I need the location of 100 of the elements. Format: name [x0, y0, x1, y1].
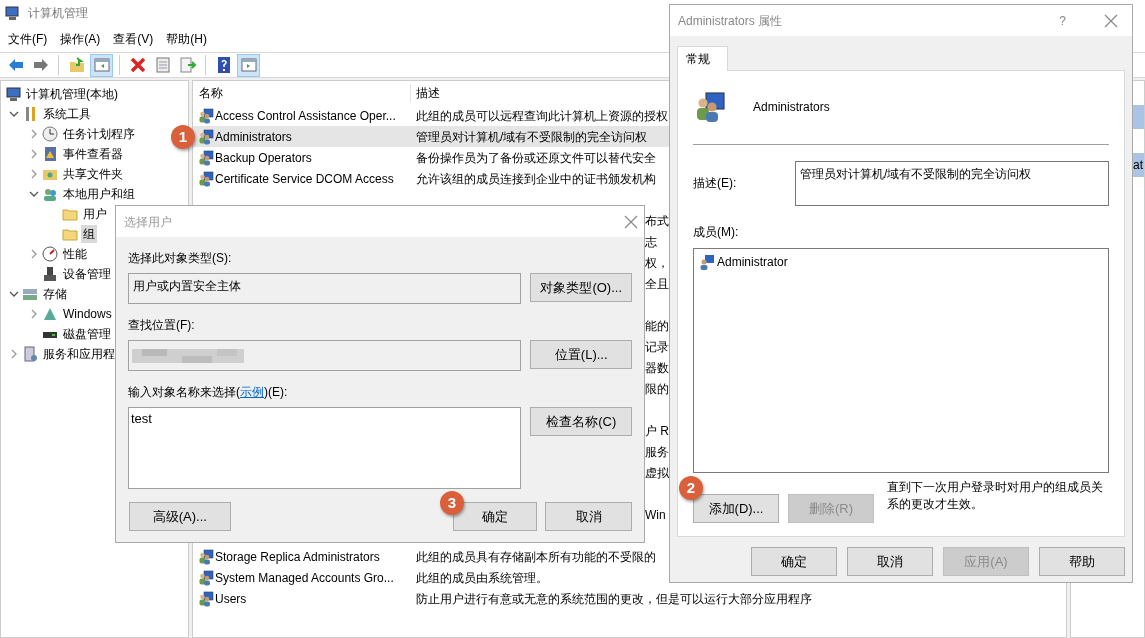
group-name: System Managed Accounts Gro...	[215, 569, 394, 587]
example-link[interactable]: 示例	[240, 385, 264, 399]
help-button[interactable]: ?	[1059, 11, 1066, 30]
gauge-icon	[42, 246, 58, 262]
group-description: 防止用户进行有意或无意的系统范围的更改，但是可以运行大部分应用程序	[416, 590, 812, 608]
tree-item[interactable]: 本地用户和组	[61, 185, 137, 203]
tree-item[interactable]: 系统工具	[41, 105, 93, 123]
forward-arrow-icon	[31, 56, 50, 74]
note-text: 直到下一次用户登录时对用户的组成员关系的更改才生效。	[887, 479, 1104, 513]
group-description: 限的	[645, 380, 669, 398]
group-description: 全且	[645, 275, 669, 293]
tree-item[interactable]: 存储	[41, 285, 69, 303]
user-group-icon	[198, 548, 214, 565]
column-header[interactable]: 名称	[193, 84, 411, 102]
close-icon[interactable]	[624, 214, 638, 229]
group-name: Administrators	[753, 99, 830, 116]
tree-item[interactable]: 任务计划程序	[61, 125, 137, 143]
group-description: 备份操作员为了备份或还原文件可以替代安全	[416, 149, 656, 167]
computer-icon	[4, 4, 20, 21]
folder-icon	[62, 226, 78, 242]
user-group-icon	[198, 149, 214, 166]
list-row[interactable]: Users 防止用户进行有意或无意的系统范围的更改，但是可以运行大部分应用程序	[193, 588, 1066, 609]
description-field[interactable]: 管理员对计算机/域有不受限制的完全访问权	[795, 161, 1109, 206]
menu-item[interactable]: 查看(V)	[113, 29, 154, 48]
services-icon	[22, 346, 38, 362]
dialog-button[interactable]: 添加(D)...	[693, 494, 779, 523]
tree-item[interactable]: Windows	[61, 305, 114, 323]
tree-item[interactable]: 用户	[81, 205, 109, 223]
dialog-button[interactable]: 检查名称(C)	[530, 407, 632, 436]
menu-item[interactable]: 帮助(H)	[166, 29, 207, 48]
log-icon	[42, 146, 58, 162]
group-description: 虚拟	[645, 464, 669, 482]
folder-icon	[62, 206, 78, 222]
tree-item[interactable]: 事件查看器	[61, 145, 125, 163]
close-icon[interactable]	[1104, 13, 1118, 28]
users-icon	[42, 186, 58, 202]
user-group-icon	[198, 590, 214, 607]
dialog-button[interactable]: 取消	[847, 547, 933, 576]
action-item[interactable]: at	[1133, 156, 1143, 174]
dialog-button[interactable]: 取消	[545, 502, 632, 531]
tree-item[interactable]: 设备管理	[61, 265, 113, 283]
group-description: 管理员对计算机/域有不受限制的完全访问权	[416, 128, 648, 146]
object-names-field[interactable]: test	[128, 407, 522, 489]
tree-item[interactable]: 计算机管理(本地)	[24, 85, 120, 103]
group-name: Certificate Service DCOM Access	[215, 170, 394, 188]
menu-item[interactable]: 操作(A)	[60, 29, 101, 48]
object-type-field: 用户或内置安全主体	[128, 273, 522, 304]
member-item[interactable]: Administrator	[717, 253, 788, 271]
column-header[interactable]: 描述	[411, 84, 440, 102]
dialog-button[interactable]: 确定	[751, 547, 837, 576]
group-description: Win	[645, 506, 666, 524]
tree-item[interactable]: 共享文件夹	[61, 165, 125, 183]
dialog-button[interactable]: 对象类型(O)...	[530, 273, 632, 302]
user-group-icon	[198, 107, 214, 124]
group-description: 记录	[645, 338, 669, 356]
user-group-icon	[198, 170, 214, 187]
action-pane-icon	[239, 56, 258, 74]
menu-item[interactable]: 文件(F)	[8, 29, 48, 48]
delete-icon	[128, 56, 147, 74]
dialog-title: 选择用户	[124, 213, 172, 231]
dialog-button[interactable]: 帮助	[1039, 547, 1125, 576]
field-label: 成员(M):	[693, 224, 740, 241]
chevron-right-icon[interactable]	[29, 249, 39, 259]
tree-item[interactable]: 服务和应用程	[41, 345, 117, 363]
field-label: 选择此对象类型(S):	[128, 250, 233, 267]
group-name: Storage Replica Administrators	[215, 548, 380, 566]
group-description: 户 R	[645, 422, 669, 440]
tree-item[interactable]: 磁盘管理	[61, 325, 113, 343]
group-description: 此组的成员由系统管理。	[416, 569, 548, 587]
user-group-icon	[694, 91, 726, 123]
group-name: Administrators	[215, 128, 292, 146]
tree-item[interactable]: 组	[81, 225, 97, 243]
device-icon	[42, 266, 58, 282]
field-label: 描述(E):	[693, 175, 738, 192]
properties-icon	[153, 56, 172, 74]
group-description: 布式	[645, 212, 669, 230]
dialog-button[interactable]: 位置(L)...	[530, 340, 632, 369]
folder-up-icon	[67, 56, 86, 74]
group-description: 此组的成员具有存储副本所有功能的不受限的	[416, 548, 656, 566]
group-description: 允许该组的成员连接到企业中的证书颁发机构	[416, 170, 656, 188]
field-label: 输入对象名称来选择(示例)(E):	[128, 384, 289, 401]
group-name: Backup Operators	[215, 149, 312, 167]
group-name: Users	[215, 590, 247, 608]
dialog-button[interactable]: 高级(A)...	[129, 502, 231, 531]
tree-pane-icon	[92, 56, 111, 74]
user-group-icon	[198, 128, 214, 145]
chevron-down-icon[interactable]	[9, 109, 19, 119]
backup-icon	[42, 306, 58, 322]
chevron-right-icon[interactable]	[9, 349, 19, 359]
tree-item[interactable]: 性能	[61, 245, 89, 263]
dialog-title: Administrators 属性	[678, 12, 784, 30]
field-label: 查找位置(F):	[128, 317, 196, 334]
user-icon	[699, 254, 715, 270]
clock-icon	[42, 126, 58, 142]
chevron-down-icon[interactable]	[9, 289, 19, 299]
tab[interactable]: 常规	[677, 46, 728, 71]
chevron-down-icon[interactable]	[29, 189, 39, 199]
group-description: 此组的成员可以远程查询此计算机上资源的授权	[416, 107, 668, 125]
chevron-right-icon[interactable]	[29, 309, 39, 319]
storage-icon	[22, 286, 38, 302]
